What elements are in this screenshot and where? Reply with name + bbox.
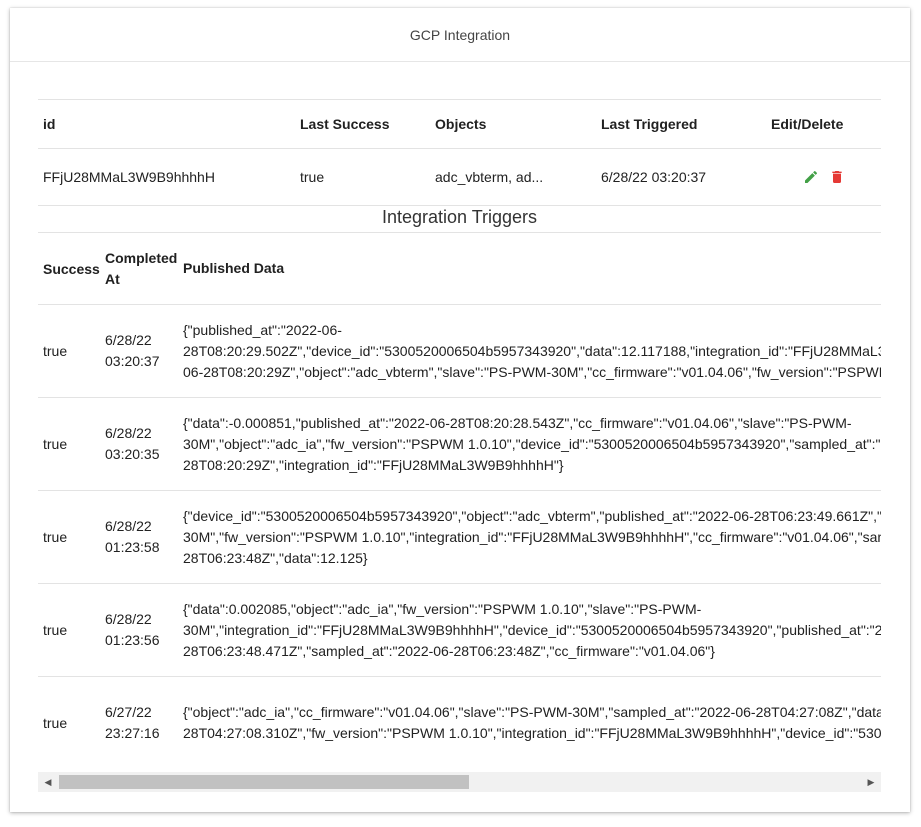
content-area: id Last Success Objects Last Triggered E…	[38, 99, 881, 804]
success-value: true	[43, 529, 68, 545]
published-data-line: 28T06:23:48.471Z","sampled_at":"2022-06-…	[183, 642, 715, 659]
published-data-value: {"device_id":"5300520006504b5957343920",…	[183, 506, 881, 569]
table-row[interactable]: true 6/28/22 03:20:37 {"published_at":"2…	[38, 305, 881, 397]
completed-time: 23:27:16	[105, 725, 160, 741]
published-data-line: 28T06:23:48Z","data":12.125}	[183, 549, 368, 566]
horizontal-scrollbar[interactable]: ◀ ▶	[38, 772, 881, 792]
published-data-line: 30M","fw_version":"PSPWM 1.0.10","integr…	[183, 528, 881, 545]
objects-value: adc_vbterm, ad...	[435, 169, 544, 185]
column-header-last-triggered: Last Triggered	[601, 116, 698, 132]
published-data-value: {"data":-0.000851,"published_at":"2022-0…	[183, 413, 881, 476]
completed-at-value: 6/28/22 03:20:37	[105, 330, 183, 372]
column-header-objects: Objects	[435, 116, 487, 132]
scrollbar-thumb[interactable]	[59, 775, 469, 789]
published-data-line: 06-28T08:20:29Z","object":"adc_vbterm","…	[183, 363, 881, 380]
integration-id: FFjU28MMaL3W9B9hhhhH	[43, 169, 215, 185]
success-value: true	[43, 715, 68, 731]
completed-time: 03:20:37	[105, 353, 160, 369]
success-value: true	[43, 343, 68, 359]
completed-date: 6/28/22	[105, 332, 152, 348]
published-data-line: 30M","integration_id":"FFjU28MMaL3W9B9hh…	[183, 621, 881, 638]
completed-date: 6/27/22	[105, 704, 152, 720]
completed-time: 01:23:58	[105, 539, 160, 555]
arrow-left-icon[interactable]: ◀	[40, 772, 56, 792]
integration-row[interactable]: FFjU28MMaL3W9B9hhhhH true adc_vbterm, ad…	[38, 149, 881, 205]
published-data-line: {"data":0.002085,"object":"adc_ia","fw_v…	[183, 600, 702, 617]
published-data-line: 28T04:27:08.310Z","fw_version":"PSPWM 1.…	[183, 725, 881, 741]
completed-at-value: 6/28/22 03:20:35	[105, 423, 183, 465]
completed-date: 6/28/22	[105, 425, 152, 441]
published-data-value: {"published_at":"2022-06- 28T08:20:29.50…	[183, 320, 881, 383]
completed-at-value: 6/28/22 01:23:58	[105, 516, 183, 558]
section-title: Integration Triggers	[381, 207, 538, 227]
table-row[interactable]: true 6/28/22 01:23:58 {"device_id":"5300…	[38, 491, 881, 583]
published-data-line: 30M","object":"adc_ia","fw_version":"PSP…	[183, 435, 881, 452]
card-header: GCP Integration	[10, 8, 910, 62]
success-value: true	[43, 622, 68, 638]
column-header-completed-at: Completed At	[105, 249, 178, 287]
published-data-line: {"published_at":"2022-06-	[183, 321, 342, 338]
completed-time: 01:23:56	[105, 632, 160, 648]
published-data-value: {"data":0.002085,"object":"adc_ia","fw_v…	[183, 599, 881, 662]
pencil-icon[interactable]	[803, 169, 819, 185]
published-data-line: {"data":-0.000851,"published_at":"2022-0…	[183, 414, 852, 431]
table-row[interactable]: true 6/27/22 23:27:16 {"object":"adc_ia"…	[38, 677, 881, 769]
last-success-value: true	[300, 169, 325, 185]
triggers-table-body: true 6/28/22 03:20:37 {"published_at":"2…	[38, 305, 881, 769]
trash-icon[interactable]	[829, 169, 845, 185]
column-header-last-success: Last Success	[300, 116, 390, 132]
integration-card: GCP Integration id Last Success Objects …	[10, 8, 910, 812]
completed-date: 6/28/22	[105, 611, 152, 627]
completed-date: 6/28/22	[105, 518, 152, 534]
completed-time: 03:20:35	[105, 446, 160, 462]
published-data-line: 28T08:20:29Z","integration_id":"FFjU28MM…	[183, 456, 564, 473]
published-data-line: {"device_id":"5300520006504b5957343920",…	[183, 507, 881, 524]
table-row[interactable]: true 6/28/22 03:20:35 {"data":-0.000851,…	[38, 398, 881, 490]
page-title: GCP Integration	[409, 26, 511, 43]
published-data-line: {"object":"adc_ia","cc_firmware":"v01.04…	[183, 704, 881, 720]
arrow-right-icon[interactable]: ▶	[863, 772, 879, 792]
column-header-edit-delete: Edit/Delete	[771, 116, 844, 132]
last-triggered-value: 6/28/22 03:20:37	[601, 169, 707, 185]
table-row[interactable]: true 6/28/22 01:23:56 {"data":0.002085,"…	[38, 584, 881, 676]
success-value: true	[43, 436, 68, 452]
column-header-published-data: Published Data	[183, 260, 285, 276]
completed-at-value: 6/28/22 01:23:56	[105, 609, 183, 651]
triggers-table-header: Success Completed At Published Data	[38, 233, 881, 304]
published-data-line: 28T08:20:29.502Z","device_id":"530052000…	[183, 342, 881, 359]
column-header-id: id	[43, 116, 56, 132]
column-header-success: Success	[43, 260, 100, 277]
published-data-value: {"object":"adc_ia","cc_firmware":"v01.04…	[183, 702, 881, 744]
integrations-table-header: id Last Success Objects Last Triggered E…	[38, 100, 881, 148]
completed-at-value: 6/27/22 23:27:16	[105, 702, 183, 744]
